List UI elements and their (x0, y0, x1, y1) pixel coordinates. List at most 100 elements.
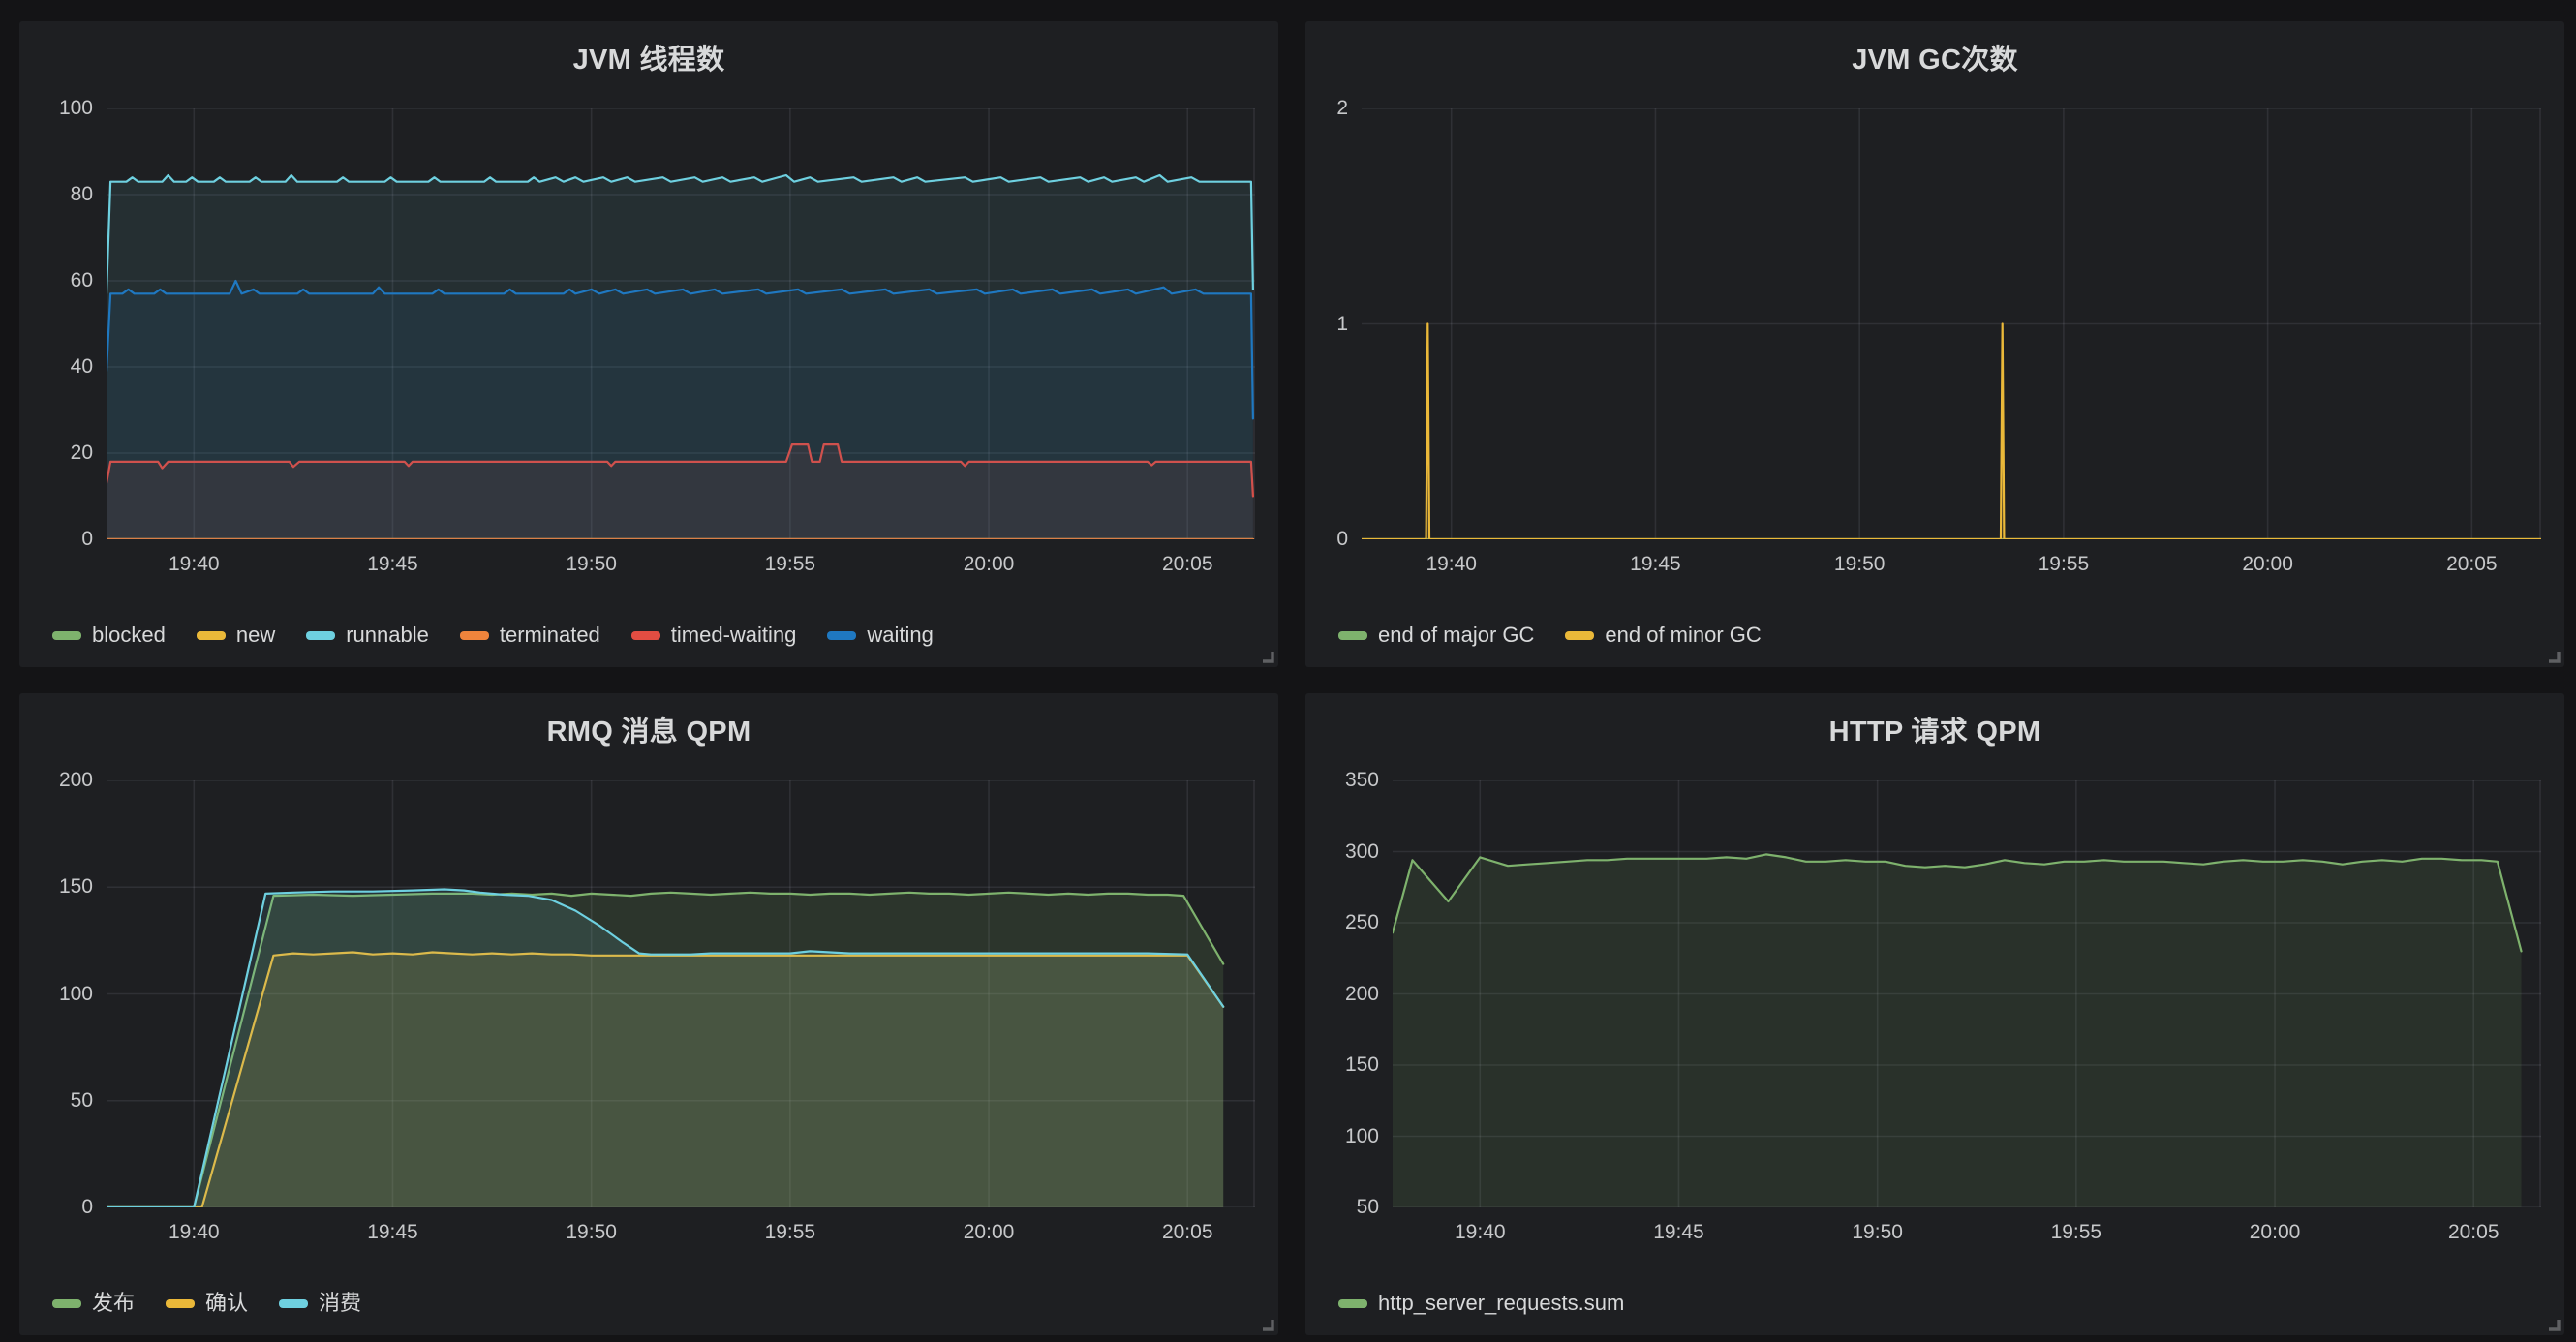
legend-label: 消费 (319, 1291, 361, 1316)
legend-swatch-icon (166, 1299, 195, 1308)
plot-area[interactable] (1393, 780, 2541, 1207)
legend-item-消费[interactable]: 消费 (279, 1291, 361, 1316)
panel-title-rmq-message-qpm[interactable]: RMQ 消息 QPM (19, 709, 1278, 749)
x-axis-tick-label: 19:40 (1431, 1221, 1528, 1244)
x-axis-tick-label: 19:40 (1403, 553, 1500, 576)
legend-swatch-icon (1338, 1299, 1367, 1308)
x-axis-tick-label: 20:00 (940, 553, 1037, 576)
legend-swatch-icon (197, 631, 226, 640)
legend-swatch-icon (631, 631, 660, 640)
legend-item-runnable[interactable]: runnable (306, 623, 429, 648)
y-axis-tick-label: 150 (35, 875, 93, 899)
panel-resize-handle-icon[interactable] (2546, 1317, 2561, 1331)
y-axis-tick-label: 0 (35, 528, 93, 551)
chart-jvm-gc-count[interactable]: 0 1 2 19:40 19:45 19:50 19:55 20:00 20:05 (1321, 81, 2541, 578)
panel-jvm-thread-count: JVM 线程数 02040608010019:4019:4519:5019:55… (19, 21, 1278, 667)
x-axis-tick-label: 19:45 (1630, 1221, 1727, 1244)
series-area-http_server_requests.sum (1393, 854, 2522, 1207)
legend-swatch-icon (306, 631, 335, 640)
x-axis-tick-label: 20:00 (940, 1221, 1037, 1244)
legend-swatch-icon (279, 1299, 308, 1308)
legend-item-发布[interactable]: 发布 (52, 1291, 135, 1316)
legend-swatch-icon (460, 631, 489, 640)
panel-jvm-gc-count: JVM GC次数 0 1 2 19:40 19:45 19:50 19:55 20:00 20:… (1305, 21, 2564, 667)
chart-http-request-qpm[interactable]: 50 100 150 200 250 300 350 19:40 19:45 19:50 19:55… (1321, 753, 2541, 1246)
y-axis-tick-label: 2 (1321, 97, 1348, 120)
x-axis-tick-label: 19:45 (1607, 553, 1703, 576)
panel-resize-handle-icon[interactable] (2546, 649, 2561, 663)
y-axis-tick-label: 100 (35, 983, 93, 1006)
legend-swatch-icon (1338, 631, 1367, 640)
panel-title-jvm-thread-count[interactable]: JVM 线程数 (19, 37, 1278, 77)
x-axis-tick-label: 20:00 (2220, 553, 2316, 576)
y-axis-tick-label: 40 (35, 355, 93, 379)
panel-resize-handle-icon[interactable] (1260, 1317, 1274, 1331)
x-axis-tick-label: 19:45 (344, 1221, 441, 1244)
panel-title-jvm-gc-count[interactable]: JVM GC次数 (1305, 37, 2564, 77)
legend-label: terminated (500, 623, 600, 648)
x-axis-tick-label: 19:50 (1811, 553, 1908, 576)
legend-label: runnable (346, 623, 429, 648)
legend-label: new (236, 623, 275, 648)
chart-jvm-thread-count[interactable]: 02040608010019:4019:4519:5019:5520:0020:… (35, 81, 1255, 578)
x-axis-tick-label: 19:55 (2028, 1221, 2125, 1244)
y-axis-tick-label: 350 (1321, 769, 1379, 792)
legend-item-blocked[interactable]: blocked (52, 623, 166, 648)
y-axis-tick-label: 200 (35, 769, 93, 792)
legend-jvm-thread-count: blocked new runnable terminated timed-waitin… (52, 623, 934, 648)
x-axis-tick-label: 19:55 (2015, 553, 2112, 576)
legend-rmq-message-qpm: 发布 确认 消费 (52, 1291, 361, 1316)
legend-item-end of major GC[interactable]: end of major GC (1338, 623, 1534, 648)
x-axis-tick-label: 20:05 (1139, 553, 1236, 576)
legend-item-确认[interactable]: 确认 (166, 1291, 248, 1316)
x-axis-tick-label: 20:05 (1139, 1221, 1236, 1244)
x-axis-tick-label: 19:50 (1829, 1221, 1926, 1244)
x-axis-tick-label: 19:40 (145, 553, 242, 576)
y-axis-tick-label: 0 (35, 1196, 93, 1219)
legend-swatch-icon (1565, 631, 1594, 640)
x-axis-tick-label: 20:05 (2423, 553, 2520, 576)
y-axis-tick-label: 200 (1321, 983, 1379, 1006)
y-axis-tick-label: 100 (35, 97, 93, 120)
legend-item-new[interactable]: new (197, 623, 275, 648)
y-axis-tick-label: 50 (1321, 1196, 1379, 1219)
legend-item-timed-waiting[interactable]: timed-waiting (631, 623, 797, 648)
legend-http-request-qpm: http_server_requests.sum (1338, 1291, 1624, 1316)
legend-label: waiting (867, 623, 933, 648)
y-axis-tick-label: 250 (1321, 911, 1379, 934)
x-axis-tick-label: 20:05 (2425, 1221, 2522, 1244)
panel-http-request-qpm: HTTP 请求 QPM 50 100 150 200 250 300 350 19:40 19:… (1305, 693, 2564, 1335)
legend-item-end of minor GC[interactable]: end of minor GC (1565, 623, 1761, 648)
legend-label: blocked (92, 623, 166, 648)
legend-label: end of minor GC (1605, 623, 1761, 648)
x-axis-tick-label: 19:40 (145, 1221, 242, 1244)
x-axis-tick-label: 20:00 (2226, 1221, 2323, 1244)
plot-area[interactable] (107, 108, 1255, 539)
y-axis-tick-label: 60 (35, 269, 93, 292)
legend-item-terminated[interactable]: terminated (460, 623, 600, 648)
y-axis-tick-label: 150 (1321, 1053, 1379, 1077)
y-axis-tick-label: 0 (1321, 528, 1348, 551)
series-line-end of minor GC (1362, 324, 2541, 540)
y-axis-tick-label: 20 (35, 442, 93, 465)
legend-item-http_server_requests.sum[interactable]: http_server_requests.sum (1338, 1291, 1624, 1316)
legend-item-waiting[interactable]: waiting (827, 623, 933, 648)
y-axis-tick-label: 50 (35, 1089, 93, 1113)
y-axis-tick-label: 300 (1321, 840, 1379, 864)
legend-swatch-icon (52, 1299, 81, 1308)
y-axis-tick-label: 100 (1321, 1125, 1379, 1148)
panel-resize-handle-icon[interactable] (1260, 649, 1274, 663)
y-axis-tick-label: 1 (1321, 313, 1348, 336)
plot-area[interactable] (1362, 108, 2541, 539)
x-axis-tick-label: 19:45 (344, 553, 441, 576)
legend-label: 发布 (92, 1291, 135, 1316)
legend-jvm-gc-count: end of major GC end of minor GC (1338, 623, 1762, 648)
panel-rmq-message-qpm: RMQ 消息 QPM 05010015020019:4019:4519:5019… (19, 693, 1278, 1335)
plot-area[interactable] (107, 780, 1255, 1207)
legend-swatch-icon (827, 631, 856, 640)
legend-label: 确认 (205, 1291, 248, 1316)
x-axis-tick-label: 19:55 (742, 553, 839, 576)
x-axis-tick-label: 19:50 (543, 1221, 640, 1244)
panel-title-http-request-qpm[interactable]: HTTP 请求 QPM (1305, 709, 2564, 749)
chart-rmq-message-qpm[interactable]: 05010015020019:4019:4519:5019:5520:0020:… (35, 753, 1255, 1246)
